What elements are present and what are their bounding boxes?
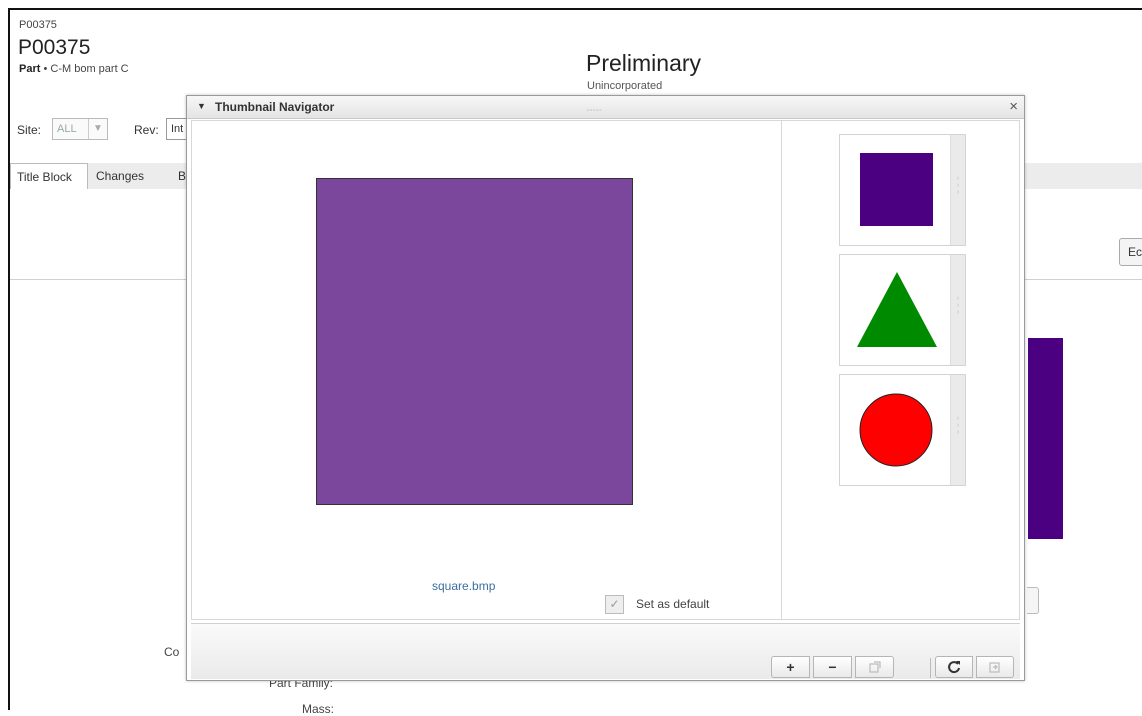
breadcrumb[interactable]: P00375 (19, 19, 57, 31)
thumbnail-square[interactable]: › › › (839, 134, 966, 246)
field-label-mass: Mass: (302, 702, 335, 716)
dialog-footer: + − (191, 623, 1020, 679)
square-shape (860, 153, 933, 226)
field-label-co: Co (164, 645, 180, 659)
toolbar-separator (930, 658, 931, 678)
rev-label: Rev: (134, 123, 159, 137)
zoom-in-button[interactable]: + (771, 656, 810, 678)
collapse-icon[interactable]: ▼ (197, 101, 206, 111)
site-label: Site: (17, 123, 42, 137)
panel-divider (781, 121, 782, 619)
site-select-value: ALL (57, 123, 77, 135)
dialog-title: Thumbnail Navigator (215, 100, 335, 114)
part-subtitle: Part • C-M bom part C (19, 63, 129, 75)
fit-button[interactable] (855, 656, 894, 678)
thumbnail-circle[interactable]: › › › (839, 374, 966, 486)
circle-shape (859, 393, 933, 467)
rotate-button[interactable] (976, 656, 1014, 678)
zoom-out-button[interactable]: − (813, 656, 852, 678)
tab-changes[interactable]: Changes (90, 163, 168, 189)
drag-handle-icon[interactable]: › › › (950, 255, 965, 365)
background-button[interactable] (1027, 587, 1039, 614)
subtitle-bullet: • (43, 63, 48, 75)
set-default-checkbox[interactable]: ✓ (605, 595, 624, 614)
background-thumbnail (1028, 338, 1063, 539)
preview-image (316, 178, 633, 505)
drag-handle-icon[interactable]: › › › (950, 135, 965, 245)
thumbnail-navigator-dialog: ▼ Thumbnail Navigator ▫▫▫▫▫ × square.bmp… (186, 95, 1025, 681)
incorporation-status: Unincorporated (587, 80, 663, 92)
dialog-body: square.bmp ✓ Set as default › › › › › › › › › (191, 120, 1020, 620)
part-description: C-M bom part C (50, 63, 129, 75)
triangle-shape (857, 272, 937, 347)
edit-button[interactable]: Ec (1119, 238, 1142, 266)
close-icon[interactable]: × (1009, 98, 1018, 115)
preview-filename[interactable]: square.bmp (432, 579, 495, 593)
site-select[interactable]: ALL ▼ (52, 118, 108, 140)
drag-handle-icon[interactable]: ▫▫▫▫▫ (587, 108, 603, 114)
refresh-button[interactable] (935, 656, 973, 678)
lifecycle-status: Preliminary (586, 50, 702, 76)
rev-select-value: Int (171, 123, 184, 135)
dialog-header[interactable]: ▼ Thumbnail Navigator ▫▫▫▫▫ × (187, 96, 1024, 119)
page-title: P00375 (18, 36, 91, 59)
chevron-down-icon[interactable]: ▼ (88, 119, 107, 139)
tab-title-block[interactable]: Title Block (10, 163, 88, 190)
refresh-icon (948, 661, 960, 674)
part-type-label: Part (19, 63, 41, 75)
rotate-icon (989, 662, 1000, 673)
drag-handle-icon[interactable]: › › › (950, 375, 965, 485)
thumbnail-triangle[interactable]: › › › (839, 254, 966, 366)
set-default-label: Set as default (636, 597, 710, 611)
fit-icon (868, 661, 881, 673)
